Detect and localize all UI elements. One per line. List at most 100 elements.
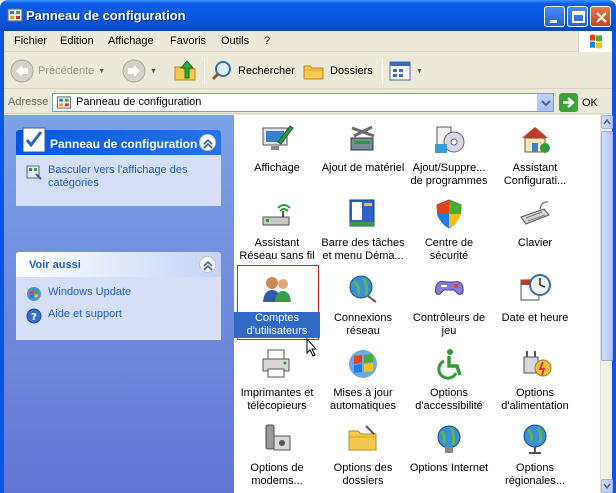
address-label: Adresse	[8, 96, 49, 108]
search-button[interactable]: Rechercher	[210, 57, 295, 85]
menu-view[interactable]: Affichage	[108, 35, 154, 47]
item-label: Mises à jour automatiques	[329, 387, 397, 412]
windows-update-label: Windows Update	[48, 286, 132, 298]
go-arrow-icon	[559, 93, 578, 112]
item-label: Clavier	[517, 237, 553, 249]
forward-dropdown-icon[interactable]: ▼	[150, 68, 157, 75]
item-add-remove-programs[interactable]: Ajout/Suppre... de programmes	[406, 122, 492, 188]
windows-flag-icon	[590, 34, 602, 49]
folders-button[interactable]: Dossiers	[302, 57, 373, 85]
see-also-section-body: Windows Update ? Aide et support	[16, 277, 221, 340]
item-label: Assistant Configurati...	[503, 162, 567, 187]
item-regional-options[interactable]: Options régionales...	[492, 422, 578, 488]
menu-favorites[interactable]: Favoris	[170, 35, 206, 47]
address-value: Panneau de configuration	[76, 96, 202, 108]
item-date-time[interactable]: Date et heure	[492, 272, 578, 325]
minimize-button[interactable]	[544, 6, 565, 27]
date-time-icon	[520, 274, 551, 301]
windows-update-link[interactable]: Windows Update	[26, 286, 211, 302]
category-view-icon	[26, 165, 42, 180]
address-dropdown-button[interactable]	[537, 94, 553, 111]
help-support-link[interactable]: ? Aide et support	[26, 308, 211, 324]
checklist-icon	[22, 127, 46, 153]
control-panel-section-header[interactable]: Panneau de configuration	[16, 127, 221, 155]
printer-icon	[262, 349, 290, 378]
mouse-cursor-icon	[306, 338, 318, 357]
help-support-label: Aide et support	[48, 308, 122, 320]
item-label: Options d'accessibilité	[415, 387, 483, 412]
menu-file[interactable]: Fichier	[14, 35, 47, 47]
maximize-button[interactable]	[567, 6, 588, 27]
item-automatic-updates[interactable]: Mises à jour automatiques	[320, 347, 406, 413]
item-game-controllers[interactable]: Contrôleurs de jeu	[406, 272, 492, 338]
collapse-button[interactable]	[199, 256, 216, 273]
menu-tools[interactable]: Outils	[221, 35, 249, 47]
title-bar[interactable]: Panneau de configuration	[0, 0, 616, 31]
back-dropdown-icon[interactable]: ▼	[98, 68, 105, 75]
views-icon	[389, 61, 411, 81]
item-add-hardware[interactable]: Ajout de matériel	[320, 122, 406, 175]
switch-category-view-link[interactable]: Basculer vers l'affichage des catégories	[26, 164, 211, 190]
address-input[interactable]: Panneau de configuration	[52, 93, 554, 112]
item-label: Options régionales...	[505, 462, 565, 487]
scroll-thumb[interactable]	[601, 131, 613, 361]
item-label: Connexions réseau	[333, 312, 393, 337]
item-accessibility-options[interactable]: Options d'accessibilité	[406, 347, 492, 413]
views-dropdown-icon[interactable]: ▼	[416, 68, 423, 75]
item-label: Assistant Réseau sans fil	[239, 237, 315, 262]
close-button[interactable]	[590, 6, 611, 27]
window-title: Panneau de configuration	[26, 8, 186, 23]
standard-toolbar: Précédente ▼ ▼ Rechercher Dossiers ▼	[4, 53, 612, 89]
folders-icon	[303, 65, 324, 80]
close-icon	[596, 12, 607, 23]
scroll-up-button[interactable]	[601, 115, 613, 129]
item-user-accounts[interactable]: Comptes d'utilisateurs	[234, 272, 320, 338]
security-shield-icon	[436, 199, 462, 229]
back-arrow-icon	[10, 59, 34, 83]
address-bar: Adresse Panneau de configuration OK	[4, 90, 612, 114]
taskbar-icon	[349, 199, 375, 227]
item-taskbar-start-menu[interactable]: Barre des tâches et menu Démа...	[320, 197, 406, 263]
scroll-down-button[interactable]	[601, 479, 613, 493]
help-icon: ?	[26, 308, 42, 324]
item-wireless-network[interactable]: Assistant Réseau sans fil	[234, 197, 320, 263]
item-network-setup[interactable]: Assistant Configurati...	[492, 122, 578, 188]
forward-button[interactable]: ▼	[122, 57, 157, 85]
see-also-section-header[interactable]: Voir aussi	[16, 252, 221, 277]
item-label: Options Internet	[409, 462, 489, 474]
control-panel-small-icon	[56, 96, 72, 109]
keyboard-icon	[520, 201, 550, 225]
see-also-title: Voir aussi	[29, 259, 81, 271]
back-button[interactable]: Précédente ▼	[10, 57, 105, 85]
collapse-button[interactable]	[199, 134, 216, 151]
item-network-connections[interactable]: Connexions réseau	[320, 272, 406, 338]
item-label: Ajout/Suppre... de programmes	[410, 162, 488, 187]
views-button[interactable]: ▼	[388, 57, 423, 85]
chevron-up-icon	[203, 260, 213, 271]
up-folder-button[interactable]	[172, 57, 198, 85]
item-modem-options[interactable]: Options de modems...	[234, 422, 320, 488]
item-internet-options[interactable]: Options Internet	[406, 422, 492, 475]
item-label: Ajout de matériel	[321, 162, 405, 174]
item-display[interactable]: Affichage	[234, 122, 320, 175]
see-also-section: Voir aussi Windows Update ? Aide et supp…	[16, 252, 221, 340]
menu-edit[interactable]: Edition	[60, 35, 94, 47]
network-connections-icon	[349, 275, 377, 303]
menu-help[interactable]: ?	[264, 35, 270, 47]
go-button[interactable]: OK	[559, 93, 598, 112]
item-security-center[interactable]: Centre de sécurité	[406, 197, 492, 263]
user-accounts-icon	[263, 277, 291, 302]
item-keyboard[interactable]: Clavier	[492, 197, 578, 250]
vertical-scrollbar[interactable]	[600, 115, 613, 493]
control-panel-section-body: Basculer vers l'affichage des catégories	[16, 155, 221, 206]
go-label: OK	[582, 96, 598, 109]
item-folder-options[interactable]: Options des dossiers	[320, 422, 406, 488]
item-power-options[interactable]: Options d'alimentation	[492, 347, 578, 413]
item-label: Date et heure	[501, 312, 569, 324]
minimize-icon	[550, 20, 557, 23]
chevron-up-icon	[603, 118, 611, 125]
svg-text:?: ?	[31, 312, 37, 323]
item-label: Imprimantes et télécopieurs	[240, 387, 314, 412]
search-label: Rechercher	[238, 65, 295, 77]
item-label: Options de modems...	[250, 462, 304, 487]
